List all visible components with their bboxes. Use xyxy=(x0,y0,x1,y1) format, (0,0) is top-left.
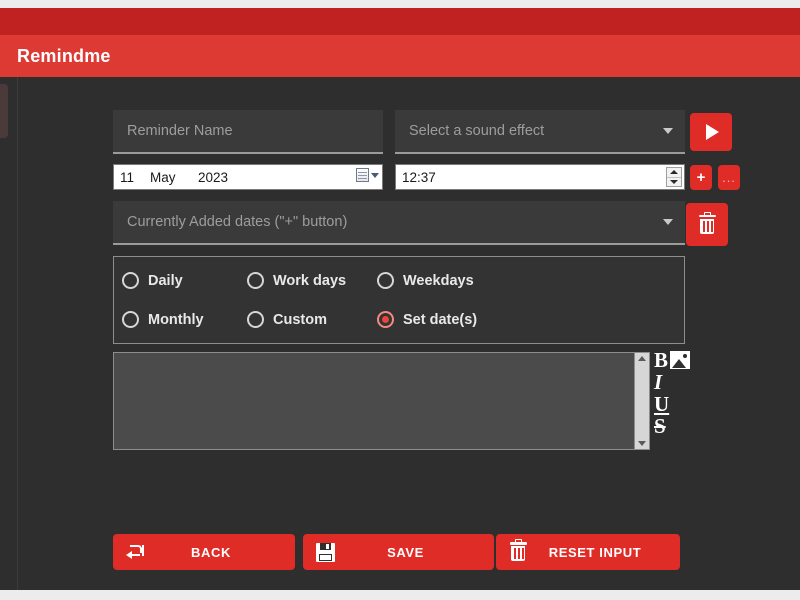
date-year: 2023 xyxy=(198,169,229,185)
radio-set-dates[interactable]: Set date(s) xyxy=(377,300,684,339)
added-dates-value: Currently Added dates ("+" button) xyxy=(127,214,348,230)
sound-effect-select[interactable]: Select a sound effect xyxy=(395,110,685,154)
chevron-down-icon xyxy=(670,179,678,184)
sound-effect-value: Select a sound effect xyxy=(409,123,545,139)
underline-icon[interactable]: U xyxy=(654,393,669,415)
play-sound-button[interactable] xyxy=(690,113,732,151)
date-value: 11 May 2023 xyxy=(114,170,244,185)
add-date-button[interactable]: + xyxy=(690,165,712,190)
plus-icon: + xyxy=(696,169,706,186)
radio-custom[interactable]: Custom xyxy=(247,300,377,339)
notes-editor[interactable] xyxy=(113,352,650,450)
chevron-up-icon[interactable] xyxy=(638,356,646,361)
image-icon[interactable] xyxy=(670,351,691,369)
form-content: Reminder Name Select a sound effect 11 M… xyxy=(18,77,800,590)
save-button[interactable]: SAVE xyxy=(303,534,494,570)
title-bar: Remindme xyxy=(0,35,800,77)
radio-label: Weekdays xyxy=(403,272,474,289)
date-picker-toggle[interactable] xyxy=(356,168,379,182)
radio-label: Set date(s) xyxy=(403,311,478,328)
radio-weekdays[interactable]: Weekdays xyxy=(377,261,684,300)
radio-indicator xyxy=(377,272,394,289)
repeat-mode-grid: Daily Work days Weekdays Monthly Custom xyxy=(114,257,684,339)
radio-label: Custom xyxy=(273,311,327,328)
radio-indicator xyxy=(247,311,264,328)
time-value: 12:37 xyxy=(402,169,436,185)
delete-dates-button[interactable] xyxy=(686,203,728,246)
notes-textarea[interactable] xyxy=(114,353,634,449)
notes-scrollbar[interactable] xyxy=(634,353,649,449)
radio-daily[interactable]: Daily xyxy=(122,261,247,300)
save-button-label: SAVE xyxy=(387,544,424,560)
radio-indicator xyxy=(377,311,394,328)
play-icon xyxy=(706,124,719,140)
reset-button-label: RESET INPUT xyxy=(548,544,642,560)
window-bottom-edge xyxy=(0,590,800,600)
italic-icon[interactable]: I xyxy=(654,371,662,393)
strikethrough-icon[interactable]: S xyxy=(654,415,666,437)
trash-icon xyxy=(698,211,716,235)
time-input[interactable]: 12:37 xyxy=(395,164,685,190)
time-stepper[interactable] xyxy=(666,167,682,187)
date-input[interactable]: 11 May 2023 xyxy=(113,164,383,190)
floppy-disk-icon xyxy=(303,542,347,562)
date-day: 11 xyxy=(120,169,135,185)
radio-indicator xyxy=(122,272,139,289)
chevron-down-icon[interactable] xyxy=(638,441,646,446)
radio-label: Monthly xyxy=(148,311,204,328)
reminder-name-input[interactable]: Reminder Name xyxy=(113,110,383,154)
chevron-down-icon xyxy=(663,219,673,225)
radio-label: Work days xyxy=(273,272,347,289)
trash-icon xyxy=(496,539,540,562)
chevron-down-icon xyxy=(663,128,673,134)
radio-monthly[interactable]: Monthly xyxy=(122,300,247,339)
ellipsis-icon: ... xyxy=(722,170,736,185)
offscreen-panel-edge xyxy=(0,84,8,138)
time-stepper-up[interactable] xyxy=(667,168,681,178)
bold-icon[interactable]: B xyxy=(654,349,668,371)
repeat-mode-group: Daily Work days Weekdays Monthly Custom xyxy=(113,256,685,344)
more-options-button[interactable]: ... xyxy=(718,165,740,190)
chevron-down-icon xyxy=(371,172,379,178)
back-button[interactable]: BACK xyxy=(113,534,295,570)
back-button-label: BACK xyxy=(191,544,231,560)
format-toolbar: B I U S xyxy=(654,349,691,437)
radio-workdays[interactable]: Work days xyxy=(247,261,377,300)
radio-indicator xyxy=(247,272,264,289)
format-toolbar-row-top: B xyxy=(654,349,691,371)
reset-input-button[interactable]: RESET INPUT xyxy=(496,534,680,570)
radio-label: Daily xyxy=(148,272,183,289)
date-month: May xyxy=(150,169,176,185)
app-title: Remindme xyxy=(17,45,111,66)
back-arrow-icon xyxy=(113,544,157,560)
chevron-up-icon xyxy=(670,170,678,175)
window-accent-bar xyxy=(0,8,800,35)
added-dates-select[interactable]: Currently Added dates ("+" button) xyxy=(113,201,685,245)
window-top-edge xyxy=(0,0,800,8)
calendar-icon xyxy=(356,168,369,182)
radio-indicator xyxy=(122,311,139,328)
time-stepper-down[interactable] xyxy=(667,178,681,187)
app-window: Remindme Reminder Name Select a sound ef… xyxy=(0,0,800,600)
